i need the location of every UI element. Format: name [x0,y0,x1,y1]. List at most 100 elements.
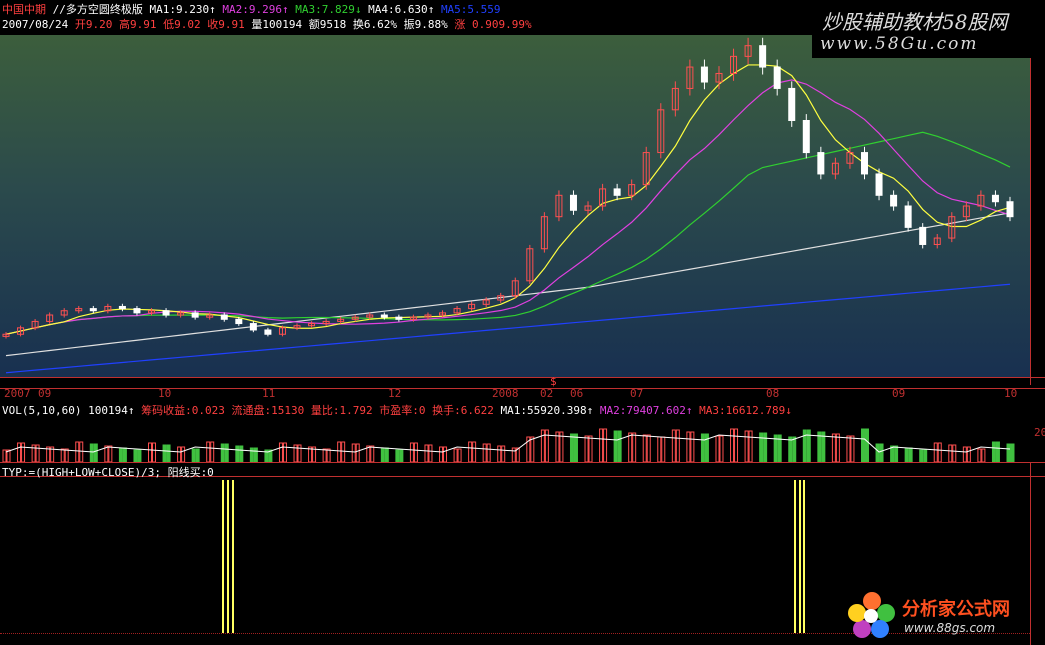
volume-bar [1010,443,1015,462]
volume-ma-line [5,434,1011,453]
volume-bar [341,441,346,462]
candle-body [191,312,199,318]
volume-bar [384,447,389,462]
volume-bar [220,443,225,462]
volume-bar [93,443,98,462]
change-pct-label: 9.99% [498,18,532,31]
volume-bar [297,444,302,462]
price-bottom-border [0,377,1045,378]
volume-bar [17,442,22,462]
volume-bar [337,441,342,462]
volume-bar [661,436,666,462]
buy-signal-bar [799,480,801,633]
ma1-line [5,64,1011,335]
volume-bar [744,430,749,462]
xaxis-label: 02 [540,387,554,400]
volume-bar [730,428,735,462]
volume-bar [894,445,899,462]
watermark-58gu-title: 炒股辅助教材58股网 [822,10,1008,34]
ma1-arrow-icon: ↑ [209,3,216,16]
volume-bar [278,442,283,462]
buy-signal-bar [794,480,796,633]
volume-bar [380,447,385,462]
candle-body [860,152,868,175]
watermark-58gu: 炒股辅助教材58股网 www.58Gu.com [812,2,1045,58]
volume-bar [282,442,287,462]
amplitude-label: 振9.88% [403,18,448,31]
volume-bar [355,443,360,462]
xaxis-label: 10 [158,387,172,400]
xaxis-label: 07 [630,387,644,400]
volume-bar [60,448,65,462]
header-line-2: 2007/08/24 开9.20 高9.91 低9.02 收9.91 量1001… [2,16,532,32]
volume-bar [981,448,986,462]
price-chart[interactable] [0,35,1030,377]
volume-bar [603,428,608,462]
volume-bar [632,432,637,462]
volume-bar [122,447,127,462]
high-label: 高9.91 [118,18,157,31]
volume-bar [424,444,429,462]
volume-bar [235,445,240,462]
volume-bar [628,432,633,462]
volume-bar [817,431,822,462]
header-line-1: 中国中期 //多方空圆终极版 MA1:9.230↑ MA2:9.296↑ MA3… [2,1,501,17]
volume-bar [613,430,618,462]
volume-bar [991,441,996,462]
candle-body [162,310,170,316]
volume-bar [704,433,709,462]
candle-body [788,87,796,121]
volume-bar [399,449,404,462]
volume-bar [599,428,604,462]
date-axis: 2007 09 10 11 12 2008 02 06 07 08 09 10 … [0,375,1030,400]
volume-bar [457,448,462,462]
watermark-88gs-url: www.88gs.com [904,621,996,635]
volume-bar [788,436,793,462]
volume-bar [850,435,855,462]
candle-body [133,308,141,314]
volume-bar [1006,443,1011,462]
volume-bar [933,442,938,462]
volume-bar [239,445,244,462]
stock-name[interactable]: 中国中期 [2,3,46,16]
volume-panel[interactable]: VOL(5,10,60) 100194↑ 筹码收益:0.023 流通盘:1513… [0,400,1045,462]
ma3-value: MA3:7.829 [295,3,355,16]
volume-bar [879,443,884,462]
xaxis-label: 12 [388,387,402,400]
candle-body [700,66,708,83]
candle-body [802,120,810,154]
candle-body [890,194,898,207]
volume-bar [835,433,840,462]
cursor-marker: $ [550,375,557,388]
volume-bar [413,442,418,462]
volume-bar [952,444,957,462]
candle-body [991,194,999,203]
volume-bar [923,449,928,462]
volume-bar [351,443,356,462]
volume-label: 量100194 [251,18,303,31]
volume-bar [675,429,680,462]
volume-bar [748,430,753,462]
volume-bar [322,448,327,462]
watermark-58gu-url: www.58Gu.com [820,34,979,54]
vol-axis-label: 20 [1034,426,1045,439]
volume-bar [453,448,458,462]
volume-bar [181,446,186,462]
volume-bar [443,446,448,462]
volume-bar [35,444,40,462]
volume-bar [831,433,836,462]
candle-body [249,323,257,331]
ma3-line [5,131,1011,335]
volume-bar [206,441,211,462]
volume-bar [409,442,414,462]
xaxis-label: 06 [570,387,584,400]
buy-signal-bar [232,480,234,633]
candle-body [875,173,883,196]
amount-label: 额9518 [308,18,347,31]
price-chart-svg [2,37,1014,374]
volume-bar [326,448,331,462]
volume-bar [428,444,433,462]
watermark-88gs-title: 分析家公式网 [902,599,1010,620]
volume-bars-svg [2,428,1015,462]
volume-bar [472,441,477,462]
